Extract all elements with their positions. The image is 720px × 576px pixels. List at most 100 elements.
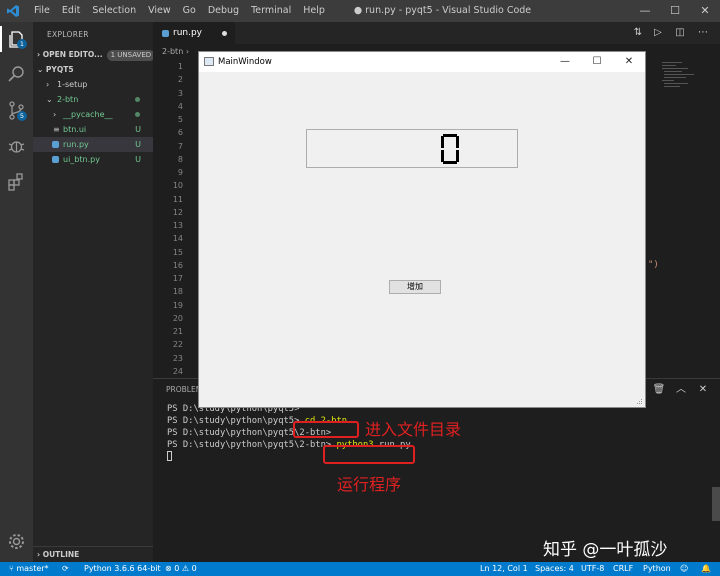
menu-terminal[interactable]: Terminal: [247, 0, 295, 22]
tree-item-label: btn.ui: [63, 125, 87, 134]
watermark: 知乎 @一叶孤沙: [543, 540, 668, 560]
python-interpreter[interactable]: Python 3.6.6 64-bit: [84, 562, 161, 576]
line-number: 2: [177, 75, 183, 85]
menu-view[interactable]: View: [144, 0, 175, 22]
untracked-status: U: [135, 155, 141, 164]
close-button[interactable]: ✕: [690, 0, 720, 22]
lcd-segment: [456, 150, 459, 162]
breadcrumb-folder[interactable]: 2-btn: [162, 47, 183, 56]
line-number: 13: [172, 221, 183, 230]
menu-debug[interactable]: Debug: [204, 0, 243, 22]
chevron-right-icon: ›: [185, 47, 190, 56]
project-label: PYQT5: [45, 65, 74, 74]
unsaved-dot-icon[interactable]: [222, 31, 227, 36]
file-lines-icon: ≡: [53, 125, 60, 134]
tab-run-py[interactable]: run.py: [153, 22, 235, 44]
scm-badge: 5: [17, 111, 27, 121]
explorer-badge: 1: [17, 39, 27, 49]
terminal-cursor: [167, 451, 172, 461]
branch-name: master*: [16, 564, 49, 573]
line-number: 15: [172, 247, 183, 257]
cursor-position[interactable]: Ln 12, Col 1: [480, 562, 528, 576]
line-number: 1: [177, 62, 183, 71]
main-window-minimize-button[interactable]: —: [549, 52, 581, 72]
chevron-up-icon[interactable]: ︿: [674, 383, 688, 397]
line-number: 6: [177, 128, 183, 138]
compare-icon[interactable]: ⇅: [631, 26, 645, 40]
python-file-icon: [162, 30, 169, 37]
chevron-down-icon: ⌄: [46, 95, 53, 104]
tree-item-btn-ui[interactable]: ≡ btn.ui U: [33, 122, 153, 137]
status-bar: ⑂ master* ⟳ Python 3.6.6 64-bit ⊗ 0 ⚠ 0 …: [0, 562, 720, 576]
resize-grip-icon[interactable]: [636, 398, 643, 405]
project-header[interactable]: ⌄ PYQT5: [33, 62, 153, 77]
open-editors-header[interactable]: › OPEN EDITO... 1 UNSAVED: [33, 47, 153, 62]
tree-item-label: 2-btn: [57, 95, 79, 104]
line-number: 16: [172, 260, 183, 270]
active-indicator: [0, 26, 2, 52]
main-window-close-button[interactable]: ✕: [613, 52, 645, 72]
main-window-title: MainWindow: [218, 57, 272, 67]
split-editor-icon[interactable]: ◫: [673, 26, 687, 40]
line-number: 18: [172, 287, 183, 297]
lcd-digit: [441, 134, 459, 164]
code-text[interactable]: "): [648, 260, 659, 270]
menu-edit[interactable]: Edit: [58, 0, 84, 22]
tree-item-ui-btn-py[interactable]: ui_btn.py U: [33, 152, 153, 167]
language-mode[interactable]: Python: [643, 562, 671, 576]
line-number: 22: [172, 340, 183, 350]
minimap[interactable]: [660, 60, 710, 100]
lcd-segment: [441, 136, 444, 148]
line-number: 12: [172, 207, 183, 217]
unsaved-badge: 1 UNSAVED: [106, 50, 153, 61]
main-window-titlebar[interactable]: MainWindow — ☐ ✕: [199, 52, 645, 72]
bell-icon[interactable]: 🔔: [701, 562, 711, 576]
menu-file[interactable]: File: [30, 0, 54, 22]
sync-icon[interactable]: ⟳: [62, 562, 69, 576]
outline-header[interactable]: › OUTLINE: [33, 546, 153, 561]
more-actions-icon[interactable]: ⋯: [696, 26, 710, 40]
lcd-segment: [441, 150, 444, 162]
git-branch-item[interactable]: ⑂ master*: [9, 562, 49, 576]
tree-item-run-py[interactable]: run.py U: [33, 137, 153, 152]
line-number: 23: [172, 353, 183, 363]
debug-icon[interactable]: [6, 136, 27, 157]
line-number: 9: [177, 168, 183, 177]
explorer-sidebar: EXPLORER › OPEN EDITO... 1 UNSAVED ⌄ PYQT…: [33, 22, 153, 562]
add-button[interactable]: 增加: [389, 280, 441, 294]
line-number: 3: [177, 88, 183, 98]
menu-go[interactable]: Go: [179, 0, 200, 22]
feedback-icon[interactable]: ☺: [680, 562, 688, 576]
search-icon[interactable]: [6, 64, 27, 85]
run-icon[interactable]: ▷: [651, 26, 665, 40]
menu-help[interactable]: Help: [299, 0, 329, 22]
close-panel-icon[interactable]: ✕: [696, 383, 710, 397]
lcd-segment: [443, 134, 457, 137]
gear-icon[interactable]: [6, 531, 27, 552]
trash-icon[interactable]: 🗑: [652, 383, 666, 397]
extensions-icon[interactable]: [6, 172, 27, 193]
activity-bar: 1 5: [0, 22, 33, 562]
tree-item-label: run.py: [63, 140, 89, 149]
scrollbar[interactable]: [712, 487, 720, 521]
minimize-button[interactable]: —: [630, 0, 660, 22]
line-number: 14: [172, 234, 183, 244]
tree-item-1-setup[interactable]: › 1-setup: [33, 77, 153, 92]
indentation[interactable]: Spaces: 4: [535, 562, 574, 576]
line-ending[interactable]: CRLF: [613, 562, 633, 576]
encoding[interactable]: UTF-8: [581, 562, 604, 576]
menu-selection[interactable]: Selection: [88, 0, 140, 22]
tree-item-pycache[interactable]: › __pycache__: [33, 107, 153, 122]
tree-item-label: __pycache__: [63, 110, 113, 119]
title-bar: File Edit Selection View Go Debug Termin…: [0, 0, 720, 22]
problems-count[interactable]: ⊗ 0 ⚠ 0: [165, 562, 197, 576]
line-number: 24: [172, 366, 183, 376]
line-number-gutter: 1 2 3 4 5 6 7 8 9 10 11 12 13 14 15 16 1…: [153, 60, 183, 378]
maximize-button[interactable]: ☐: [660, 0, 690, 22]
annotation-label: 进入文件目录: [365, 420, 462, 439]
line-number: 10: [172, 181, 183, 191]
main-window-maximize-button[interactable]: ☐: [581, 52, 613, 72]
tree-item-2-btn[interactable]: ⌄ 2-btn: [33, 92, 153, 107]
terminal-prompt: PS D:\study\python\pyqt5\2-btn>: [167, 440, 332, 450]
breadcrumb[interactable]: 2-btn ›: [162, 47, 189, 56]
